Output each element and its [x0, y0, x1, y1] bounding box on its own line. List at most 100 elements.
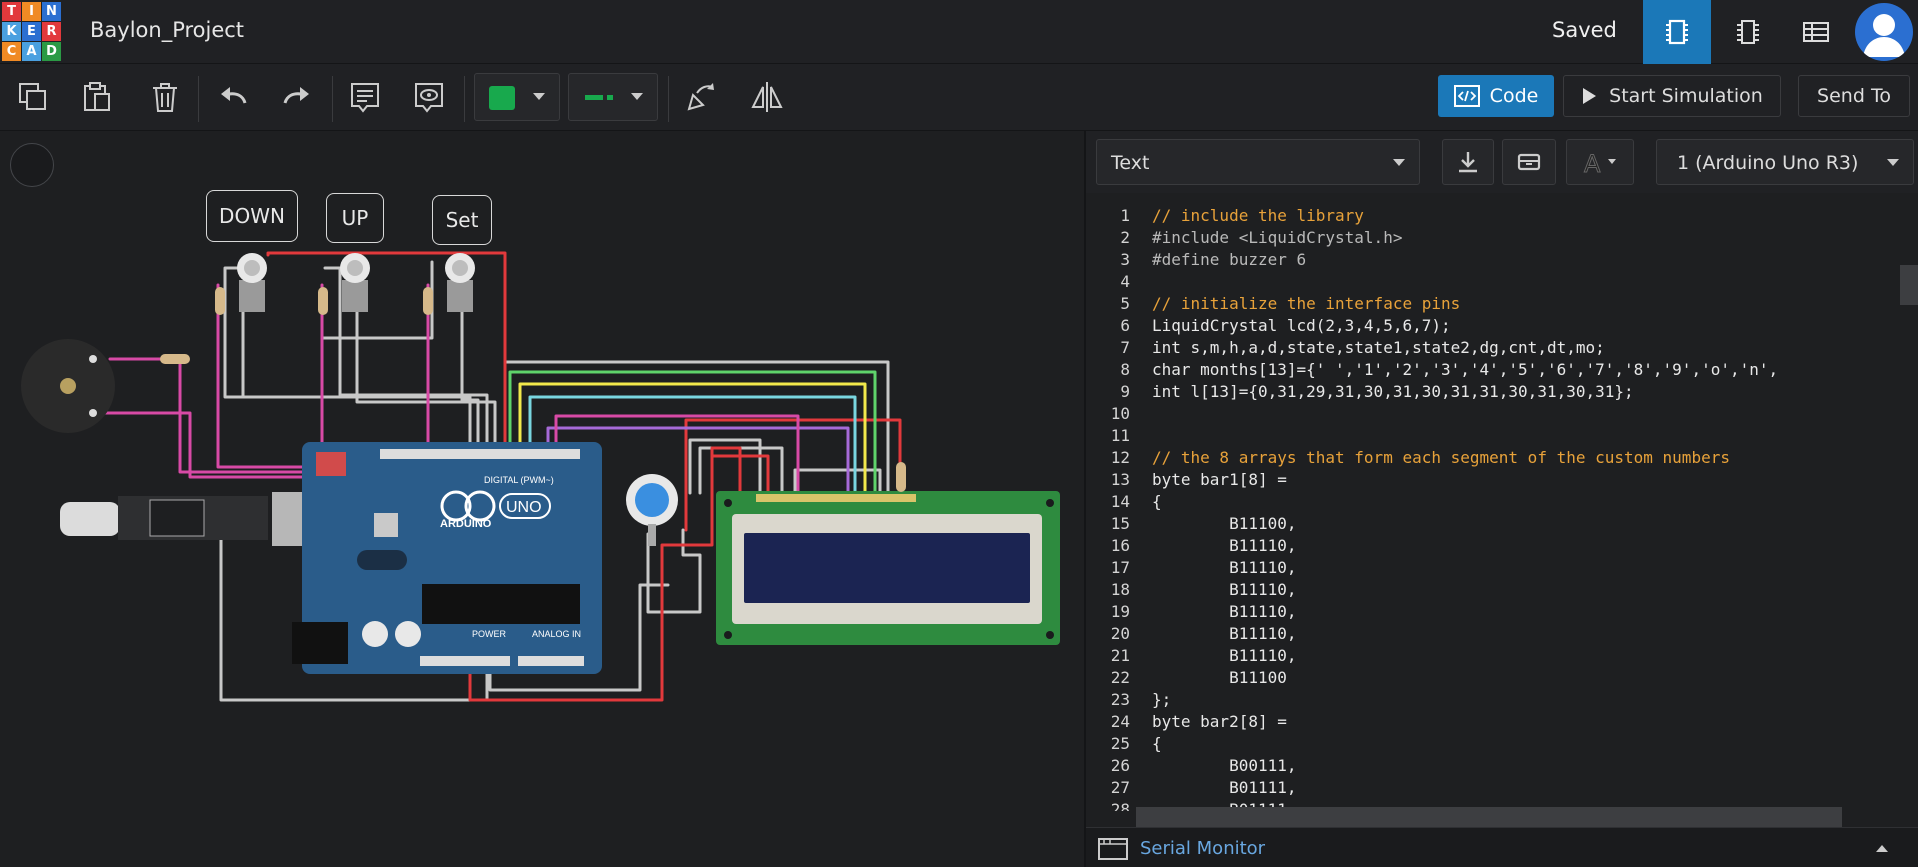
- copy-button[interactable]: [10, 74, 56, 120]
- horizontal-scrollbar[interactable]: [1136, 807, 1842, 827]
- code-line[interactable]: // the 8 arrays that form each segment o…: [1152, 447, 1730, 469]
- code-line[interactable]: };: [1152, 689, 1171, 711]
- libraries-button[interactable]: [1502, 139, 1556, 185]
- logo-letter: T: [2, 2, 21, 21]
- code-line[interactable]: B11110,: [1152, 645, 1296, 667]
- play-icon: [1583, 88, 1597, 104]
- delete-button[interactable]: [142, 74, 188, 120]
- schematic-view-button[interactable]: [1714, 0, 1782, 64]
- code-line[interactable]: B00111,: [1152, 755, 1296, 777]
- code-line[interactable]: // initialize the interface pins: [1152, 293, 1460, 315]
- user-avatar[interactable]: [1855, 3, 1913, 61]
- paste-icon: [84, 82, 110, 111]
- line-number: 23: [1110, 690, 1130, 709]
- analog-header-text: ANALOG IN: [532, 629, 581, 639]
- code-line[interactable]: byte bar2[8] =: [1152, 711, 1287, 733]
- line-number: 18: [1110, 580, 1130, 599]
- line-number: 25: [1110, 734, 1130, 753]
- code-line[interactable]: {: [1152, 733, 1162, 755]
- font-size-dropdown[interactable]: A: [1566, 139, 1634, 185]
- line-number: 4: [1120, 272, 1130, 291]
- code-line[interactable]: B11110,: [1152, 557, 1296, 579]
- notes-icon: [351, 83, 379, 113]
- digital-header-text: DIGITAL (PWM~): [484, 475, 554, 485]
- code-line[interactable]: B01111,: [1152, 777, 1296, 799]
- start-simulation-label: Start Simulation: [1609, 85, 1763, 107]
- buzzer-center: [60, 378, 76, 394]
- logo-letter: A: [22, 42, 41, 61]
- code-line[interactable]: #define buzzer 6: [1152, 249, 1306, 271]
- flip-button[interactable]: [744, 74, 790, 120]
- circuit-drawing: ARDUINO UNO DIGITAL (PWM~) POWER ANALOG …: [21, 251, 1060, 702]
- code-line[interactable]: B11110,: [1152, 601, 1296, 623]
- line-number: 6: [1120, 316, 1130, 335]
- rotate-button[interactable]: [678, 74, 724, 120]
- wire-white: [355, 298, 497, 462]
- line-number: 10: [1110, 404, 1130, 423]
- code-line[interactable]: B11110,: [1152, 579, 1296, 601]
- code-line[interactable]: // include the library: [1152, 205, 1364, 227]
- serial-monitor-label: Serial Monitor: [1140, 838, 1266, 859]
- logo-letter: N: [42, 2, 61, 21]
- chevron-down-icon: [533, 93, 545, 100]
- code-line[interactable]: int s,m,h,a,d,state,state1,state2,dg,cnt…: [1152, 337, 1605, 359]
- serial-monitor-bar[interactable]: Serial Monitor: [1086, 827, 1918, 867]
- trash-icon: [153, 83, 177, 112]
- code-line[interactable]: B11100,: [1152, 513, 1296, 535]
- push-button: [318, 253, 370, 315]
- line-number: 28: [1110, 800, 1130, 811]
- line-number: 8: [1120, 360, 1130, 379]
- visibility-button[interactable]: [406, 74, 452, 120]
- code-line[interactable]: B11110,: [1152, 535, 1296, 557]
- vertical-scrollbar[interactable]: [1900, 265, 1918, 305]
- start-simulation-button[interactable]: Start Simulation: [1563, 75, 1781, 117]
- code-line[interactable]: {: [1152, 491, 1162, 513]
- project-name[interactable]: Baylon_Project: [90, 18, 244, 42]
- wire-color-dropdown[interactable]: [474, 73, 560, 121]
- button-label-set[interactable]: Set: [432, 195, 492, 245]
- chevron-down-icon: [1887, 159, 1899, 166]
- code-line[interactable]: byte bar1[8] =: [1152, 469, 1287, 491]
- chevron-down-icon: [1393, 159, 1405, 166]
- board-select-value: 1 (Arduino Uno R3): [1677, 152, 1859, 174]
- code-line[interactable]: char months[13]={' ','1','2','3','4','5'…: [1152, 359, 1778, 381]
- logo-letter: K: [2, 22, 21, 41]
- code-line[interactable]: B11100: [1152, 667, 1287, 689]
- line-number-gutter: 1 2 3 4 5 6 7 8 9 10 11 12 13 14 15 16 17 18 19 20 21 22 23 24 2…: [1086, 197, 1134, 811]
- wire-style-dropdown[interactable]: [568, 73, 658, 121]
- tinkercad-logo[interactable]: T I N K E R C A D: [2, 2, 62, 62]
- download-icon: [1459, 152, 1477, 173]
- line-number: 1: [1120, 206, 1130, 225]
- line-number: 27: [1110, 778, 1130, 797]
- notes-button[interactable]: [342, 74, 388, 120]
- code-button[interactable]: Code: [1438, 75, 1554, 117]
- chevron-up-icon[interactable]: [1874, 842, 1890, 854]
- schematic-icon: [1737, 20, 1759, 44]
- undo-button[interactable]: [210, 74, 256, 120]
- library-box-icon: [1517, 153, 1541, 171]
- line-number: 5: [1120, 294, 1130, 313]
- code-editor[interactable]: 1 2 3 4 5 6 7 8 9 10 11 12 13 14 15 16 17 18 19 20 21 22 23 24 2…: [1086, 197, 1918, 811]
- circuit-view-button[interactable]: [1643, 0, 1711, 64]
- wire-style-icon: [585, 95, 603, 100]
- table-icon: [1803, 22, 1829, 42]
- code-line[interactable]: #include <LiquidCrystal.h>: [1152, 227, 1402, 249]
- code-line[interactable]: B11110,: [1152, 623, 1296, 645]
- paste-button[interactable]: [74, 74, 120, 120]
- code-mode-select[interactable]: Text: [1096, 139, 1420, 185]
- circuit-canvas[interactable]: ARDUINO UNO DIGITAL (PWM~) POWER ANALOG …: [0, 131, 1083, 867]
- board-select[interactable]: 1 (Arduino Uno R3): [1656, 139, 1914, 185]
- line-number: 11: [1110, 426, 1130, 445]
- line-number: 21: [1110, 646, 1130, 665]
- send-to-button[interactable]: Send To: [1798, 75, 1910, 117]
- download-code-button[interactable]: [1442, 139, 1494, 185]
- redo-button[interactable]: [274, 74, 320, 120]
- button-label-down[interactable]: DOWN: [206, 190, 298, 242]
- arduino-model-text: UNO: [506, 499, 542, 516]
- button-label-up[interactable]: UP: [326, 193, 384, 243]
- code-line[interactable]: int l[13]={0,31,29,31,30,31,30,31,31,30,…: [1152, 381, 1634, 403]
- toolbar-divider: [464, 76, 465, 122]
- code-line[interactable]: LiquidCrystal lcd(2,3,4,5,6,7);: [1152, 315, 1451, 337]
- arduino-brand-text: ARDUINO: [440, 518, 492, 530]
- component-list-button[interactable]: [1782, 0, 1850, 64]
